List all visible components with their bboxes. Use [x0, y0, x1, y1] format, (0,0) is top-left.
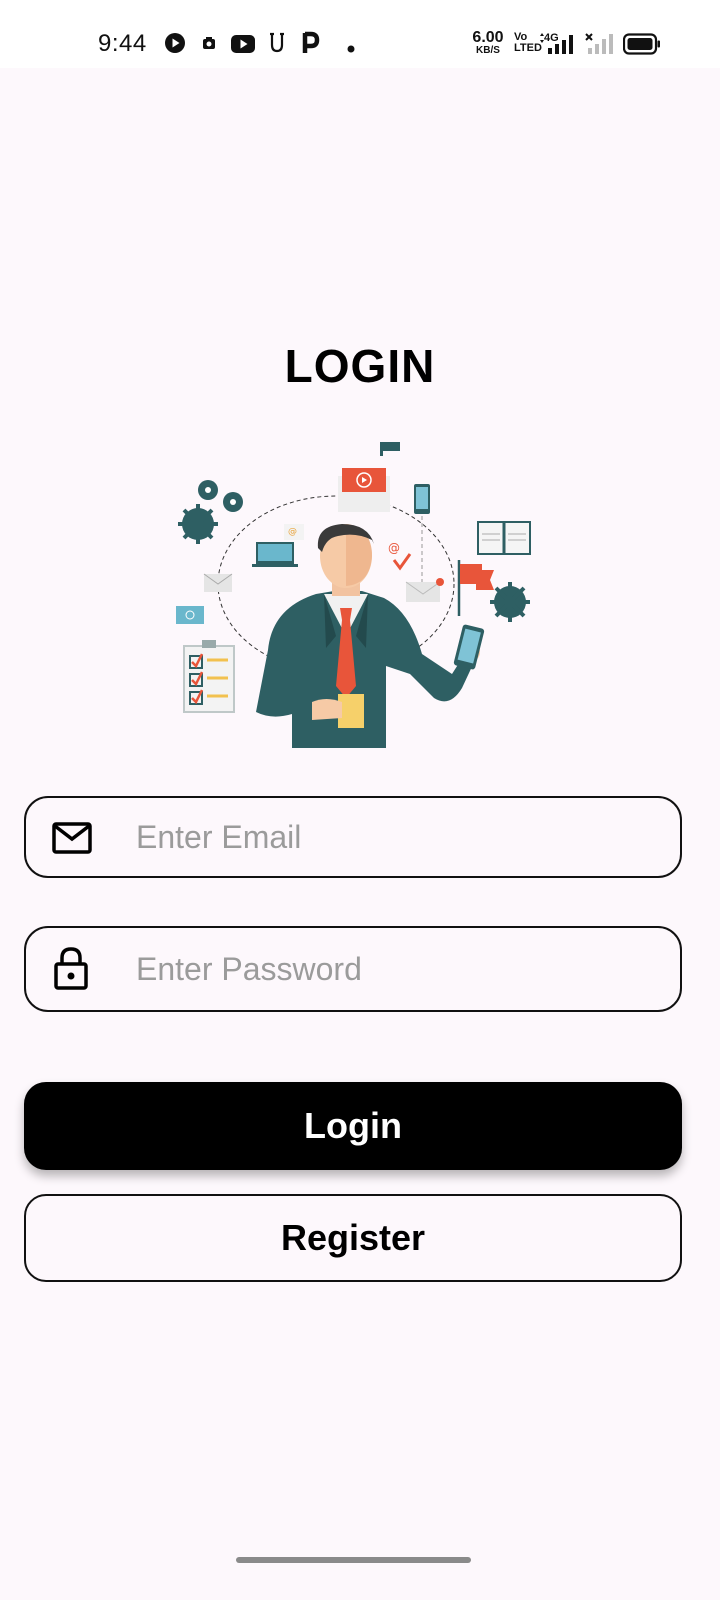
play-circle-icon — [164, 32, 186, 59]
businessman-illustration: @ @ — [176, 436, 546, 766]
email-field[interactable] — [24, 796, 682, 878]
battery-icon — [622, 33, 661, 60]
email-input[interactable] — [136, 798, 656, 876]
status-bar: 9:44 6.00 KB/S Vo LTED 4G — [0, 0, 720, 68]
password-field[interactable] — [24, 926, 682, 1012]
lock-icon — [54, 946, 88, 995]
p-app-icon — [302, 31, 320, 60]
youtube-icon — [231, 35, 255, 58]
mail-icon — [52, 822, 92, 859]
svg-text:@: @ — [288, 527, 297, 537]
register-button[interactable]: Register — [24, 1194, 682, 1282]
login-button[interactable]: Login — [24, 1082, 682, 1170]
net-speed-value: 6.00 — [472, 29, 504, 46]
password-input[interactable] — [136, 928, 656, 1010]
net-speed: 6.00 KB/S — [468, 29, 508, 57]
net-speed-unit: KB/S — [476, 45, 500, 56]
no-signal-icon — [585, 33, 613, 60]
page-title: LOGIN — [284, 340, 436, 392]
camera-icon — [202, 36, 216, 55]
network-type: 4G — [544, 32, 559, 44]
u-app-icon — [268, 32, 286, 59]
status-time: 9:44 — [98, 30, 147, 57]
dot-icon — [347, 40, 355, 58]
signal-icon: 4G — [538, 32, 576, 61]
svg-text:@: @ — [388, 541, 400, 555]
home-indicator[interactable] — [236, 1557, 471, 1563]
